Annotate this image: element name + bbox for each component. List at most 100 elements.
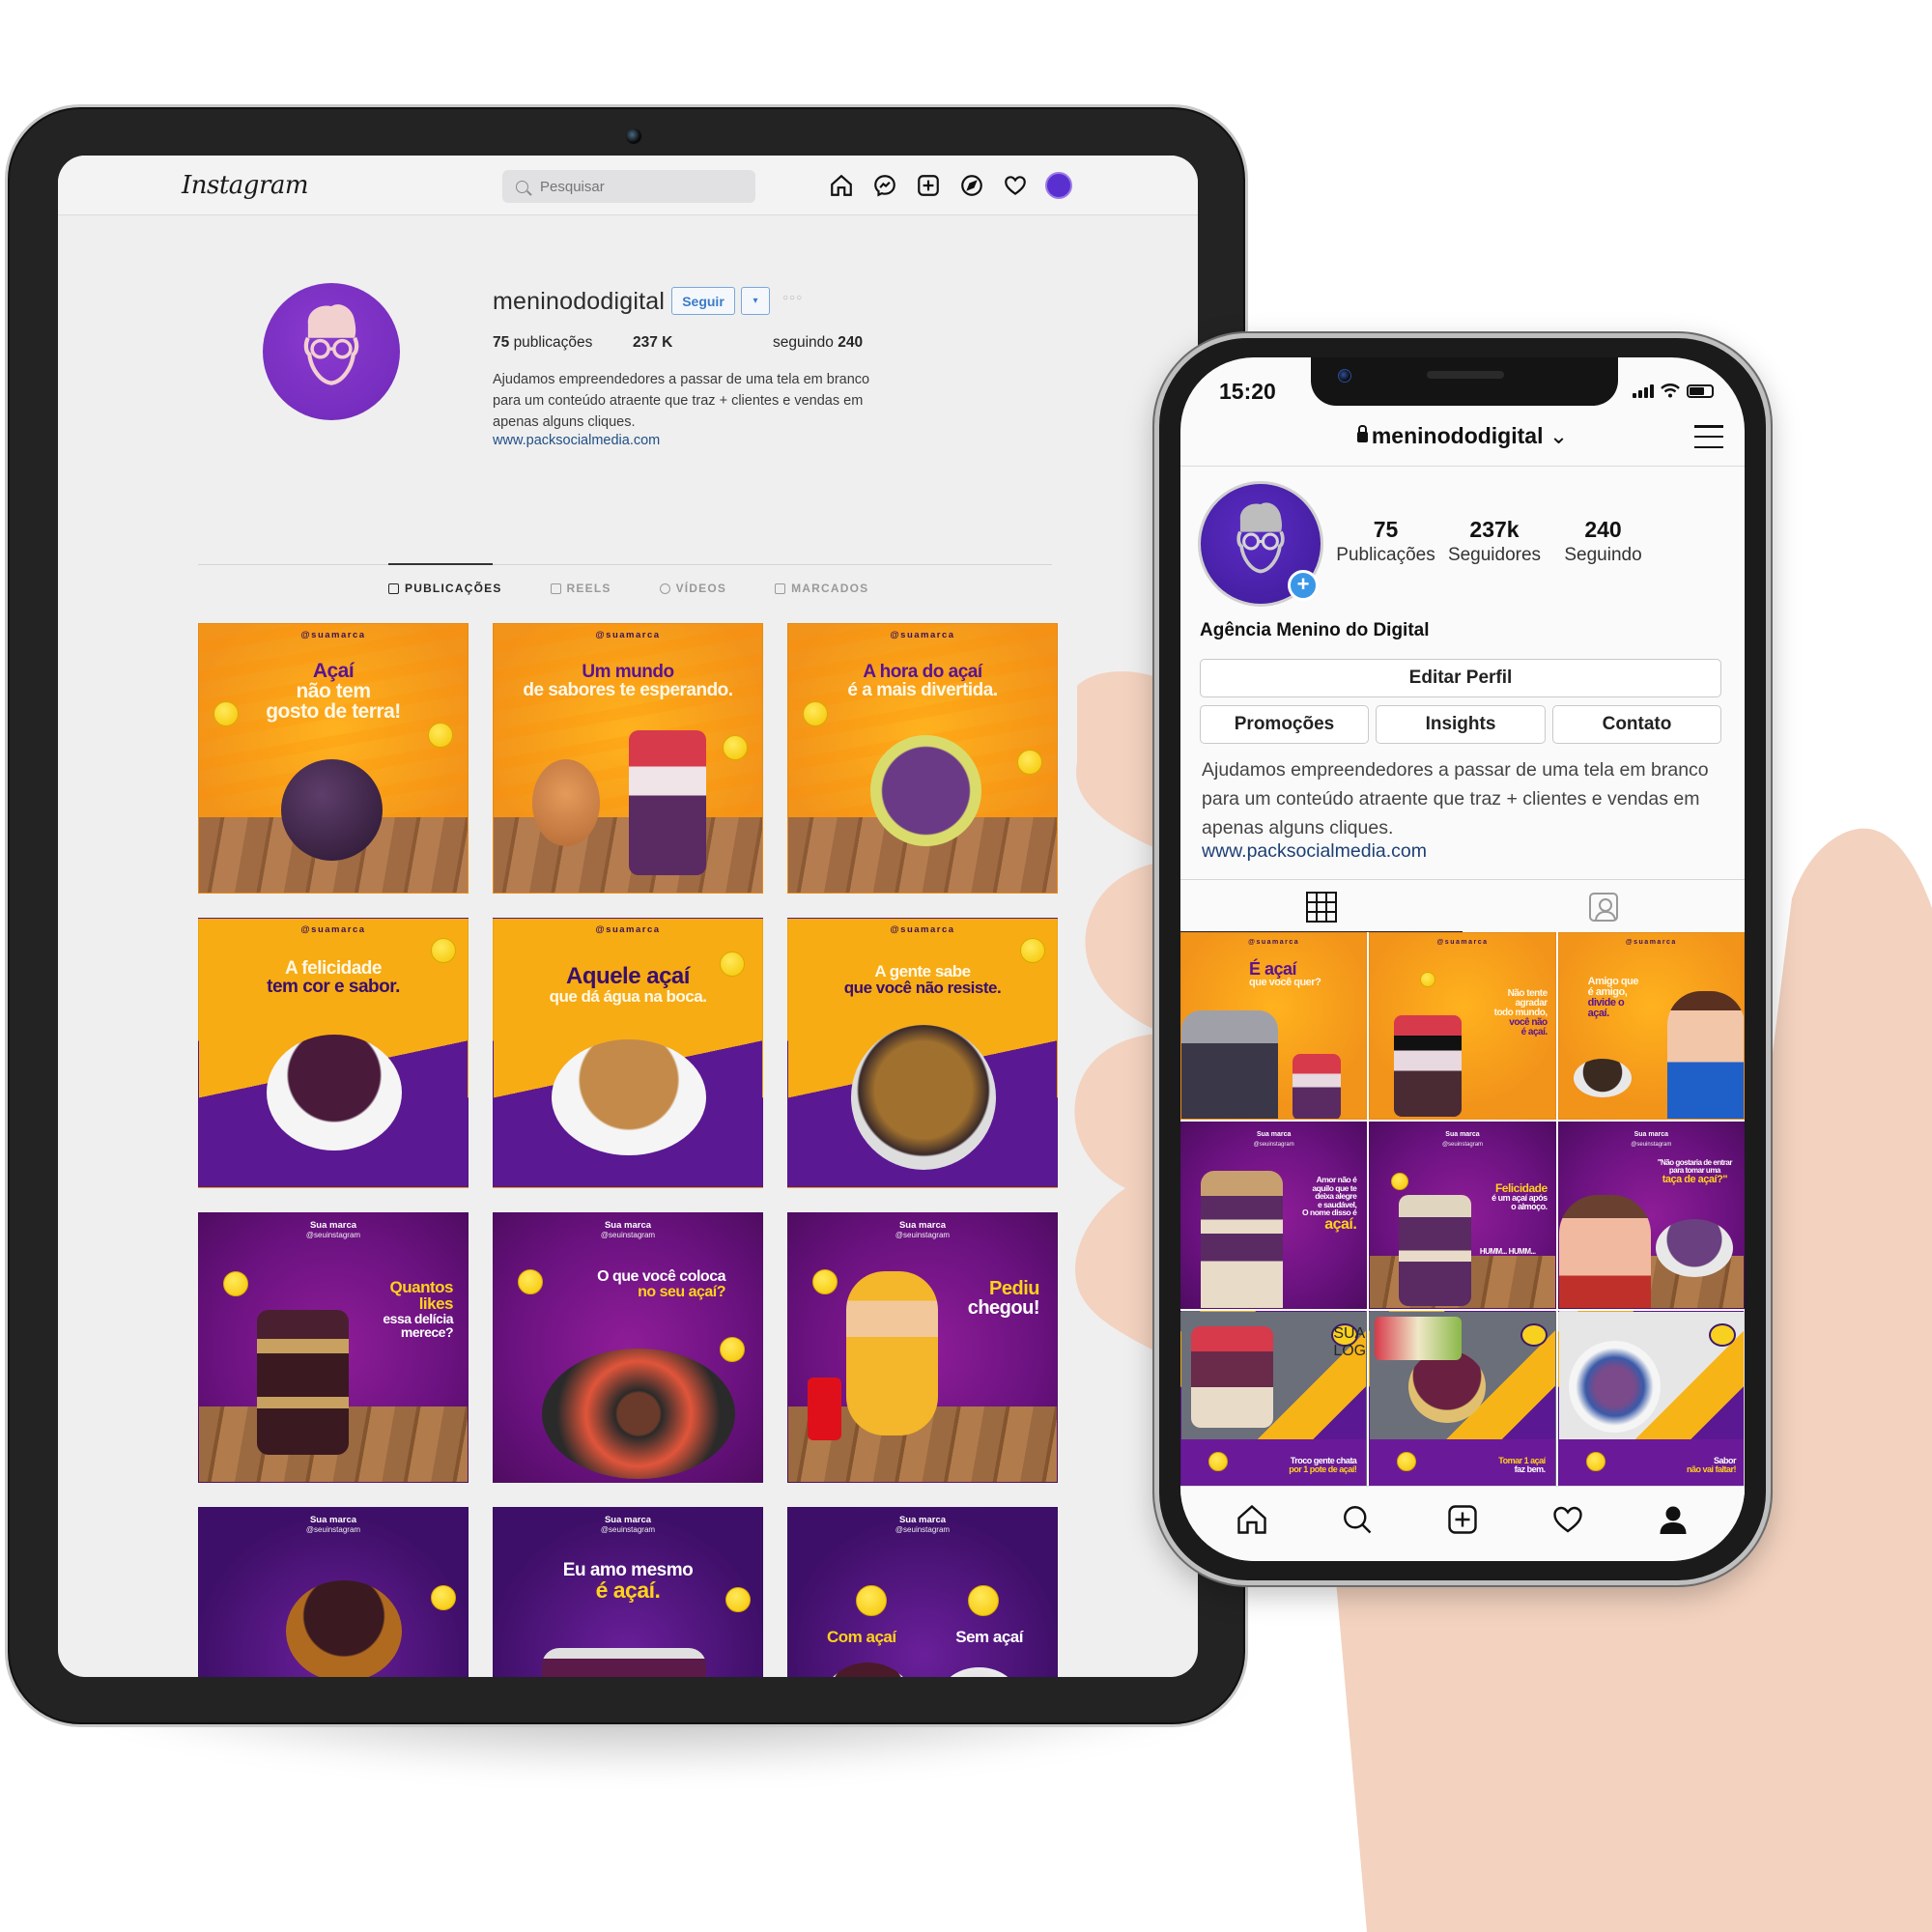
search-icon[interactable] <box>1339 1501 1376 1538</box>
tagged-icon <box>1589 892 1618 922</box>
grid-icon <box>388 582 399 594</box>
instagram-logo[interactable]: Instagram <box>182 171 309 200</box>
follow-dropdown-button[interactable]: ▾ <box>741 287 770 315</box>
activity-heart-icon[interactable] <box>1549 1501 1586 1538</box>
acai-bowl-toppings <box>1568 1341 1661 1433</box>
posts-stat[interactable]: 75 publicações <box>493 334 592 352</box>
profile-icon[interactable] <box>1655 1501 1691 1538</box>
phone-screen: 15:20 meninododigital ⌄ + 75 Publicações… <box>1180 357 1745 1561</box>
post-tile[interactable]: Sua marca @seuinstagram Felicidade é um a… <box>1369 1122 1556 1309</box>
acai-cup <box>1293 1054 1341 1119</box>
hamburger-menu-icon[interactable] <box>1694 425 1723 448</box>
post-tile[interactable]: @suamarca Aquele açaí que dá água na boc… <box>493 918 763 1188</box>
profile-username: meninododigital <box>493 288 666 315</box>
new-post-icon[interactable] <box>915 172 942 199</box>
tab-marcados[interactable]: MARCADOS <box>775 582 868 595</box>
profile-tabs <box>1180 879 1745 934</box>
new-post-icon[interactable] <box>1444 1501 1481 1538</box>
post-tile[interactable]: @suamarca É açaí que você quer? <box>1180 932 1368 1120</box>
follow-button[interactable]: Seguir <box>671 287 735 315</box>
profile-link[interactable]: www.packsocialmedia.com <box>1202 840 1427 863</box>
post-tile[interactable]: Sua marca @seuinstagram Pediu chegou! <box>787 1212 1058 1483</box>
acai-cup <box>1191 1326 1273 1428</box>
home-icon[interactable] <box>1234 1501 1270 1538</box>
phone-device: 15:20 meninododigital ⌄ + 75 Publicações… <box>1154 333 1771 1585</box>
post-tile[interactable]: @suamarca Açaí não tem gosto de terra! <box>198 623 469 894</box>
tab-reels[interactable]: REELS <box>550 582 611 595</box>
home-icon[interactable] <box>828 172 855 199</box>
search-input[interactable] <box>540 178 733 195</box>
emoji-icon <box>812 1269 838 1294</box>
status-icons <box>1633 383 1714 398</box>
posts-grid: @suamarca Açaí não tem gosto de terra! @… <box>198 623 1058 1677</box>
tab-tagged[interactable] <box>1463 880 1745 933</box>
post-tile[interactable]: @suamarca Não tente agradar todo mundo, … <box>1369 932 1556 1120</box>
insights-button[interactable]: Insights <box>1376 705 1546 744</box>
boy-with-glasses-icon <box>303 304 359 385</box>
following-stat[interactable]: 240 Seguindo <box>1543 517 1663 566</box>
add-story-button[interactable]: + <box>1288 570 1319 601</box>
tab-publicacoes[interactable]: PUBLICAÇÕES <box>388 582 502 595</box>
post-tile[interactable]: Sua marca @seuinstagram Com açaí Sem açaí <box>787 1507 1058 1677</box>
profile-link[interactable]: www.packsocialmedia.com <box>493 433 660 448</box>
edit-profile-button[interactable]: Editar Perfil <box>1200 659 1721 697</box>
speaker-grille <box>1427 371 1504 379</box>
profile-bio: Ajudamos empreendedores a passar de uma … <box>1202 759 1709 838</box>
woman-with-rollers <box>1558 1195 1651 1308</box>
post-tile[interactable]: Sabor não vai faltar! <box>1557 1311 1745 1498</box>
post-tile[interactable]: Sua marca@seuinstagram Amizade é tipo aç… <box>198 1507 469 1677</box>
messenger-icon[interactable] <box>871 172 898 199</box>
promotions-button[interactable]: Promoções <box>1200 705 1369 744</box>
acai-cup <box>1399 1195 1472 1306</box>
post-tile[interactable]: @suamarca A gente sabe que você não resi… <box>787 918 1058 1188</box>
fruit-tray <box>1375 1317 1463 1360</box>
post-tile[interactable]: SUA LOGO Troco gente chata por 1 pote de… <box>1180 1311 1368 1498</box>
front-camera <box>1338 369 1351 383</box>
post-tile[interactable]: Sua marca @seuinstagram Amor não é aquilo… <box>1180 1122 1368 1309</box>
post-tile[interactable]: @suamarca A hora do açaí é a mais divert… <box>787 623 1058 894</box>
profile-avatar[interactable] <box>263 283 400 420</box>
battery-icon <box>1687 384 1714 398</box>
toppings-tray <box>542 1349 735 1479</box>
reels-icon <box>550 582 561 594</box>
contact-button[interactable]: Contato <box>1552 705 1721 744</box>
post-tile[interactable]: Tomar 1 açaí faz bem. <box>1369 1311 1556 1498</box>
woman-with-spoon <box>1666 991 1744 1119</box>
acai-pot <box>286 1580 402 1677</box>
emoji-icon <box>518 1269 543 1294</box>
logo-badge: SUA LOGO <box>1331 1323 1367 1359</box>
emoji-icon <box>720 952 745 977</box>
delivery-man <box>846 1271 938 1435</box>
tab-grid[interactable] <box>1180 880 1463 933</box>
tablet-screen: Instagram Pesquisar meninododigital Segu… <box>58 156 1198 1677</box>
followers-stat[interactable]: 237 K <box>633 334 672 352</box>
account-switcher[interactable]: meninododigital ⌄ <box>1180 423 1745 449</box>
search-box[interactable] <box>502 170 755 203</box>
followers-stat[interactable]: 237k Seguidores <box>1446 517 1543 566</box>
activity-heart-icon[interactable] <box>1002 172 1029 199</box>
acai-bowl <box>851 1025 996 1170</box>
acai-pot <box>1408 1350 1487 1423</box>
more-options-button[interactable]: ○○○ <box>782 293 803 303</box>
logo-badge <box>1708 1323 1736 1347</box>
post-tile[interactable]: @suamarca Um mundo de sabores te esperan… <box>493 623 763 894</box>
post-tile[interactable]: @suamarca Amigo que é amigo, divide o aç… <box>1557 932 1745 1120</box>
tablet-camera <box>626 128 641 144</box>
post-tile[interactable]: @suamarca A felicidade tem cor e sabor. <box>198 918 469 1188</box>
search-icon <box>516 180 528 193</box>
profile-avatar-icon[interactable] <box>1045 172 1072 199</box>
post-tile[interactable]: Sua marca @seuinstagram "Não gostaria de … <box>1557 1122 1745 1309</box>
posts-stat[interactable]: 75 Publicações <box>1325 517 1446 566</box>
post-tile[interactable]: Sua marca @seuinstagram Eu amo mesmo é aç… <box>493 1507 763 1677</box>
explore-icon[interactable] <box>958 172 985 199</box>
top-nav <box>828 172 1072 199</box>
post-tile[interactable]: Sua marca @seuinstagram Quantos likes ess… <box>198 1212 469 1483</box>
post-tile[interactable]: Sua marca @seuinstagram O que você coloca… <box>493 1212 763 1483</box>
tagged-icon <box>775 582 786 594</box>
emoji-happy-icon <box>856 1585 887 1616</box>
profile-stats: 75 Publicações 237k Seguidores 240 Seguindo <box>1325 517 1731 566</box>
profile-tabs: PUBLICAÇÕES REELS VÍDEOS MARCADOS <box>388 582 917 595</box>
tab-videos[interactable]: VÍDEOS <box>659 582 727 595</box>
active-tab-indicator <box>388 563 493 565</box>
following-stat[interactable]: seguindo 240 <box>773 334 863 352</box>
